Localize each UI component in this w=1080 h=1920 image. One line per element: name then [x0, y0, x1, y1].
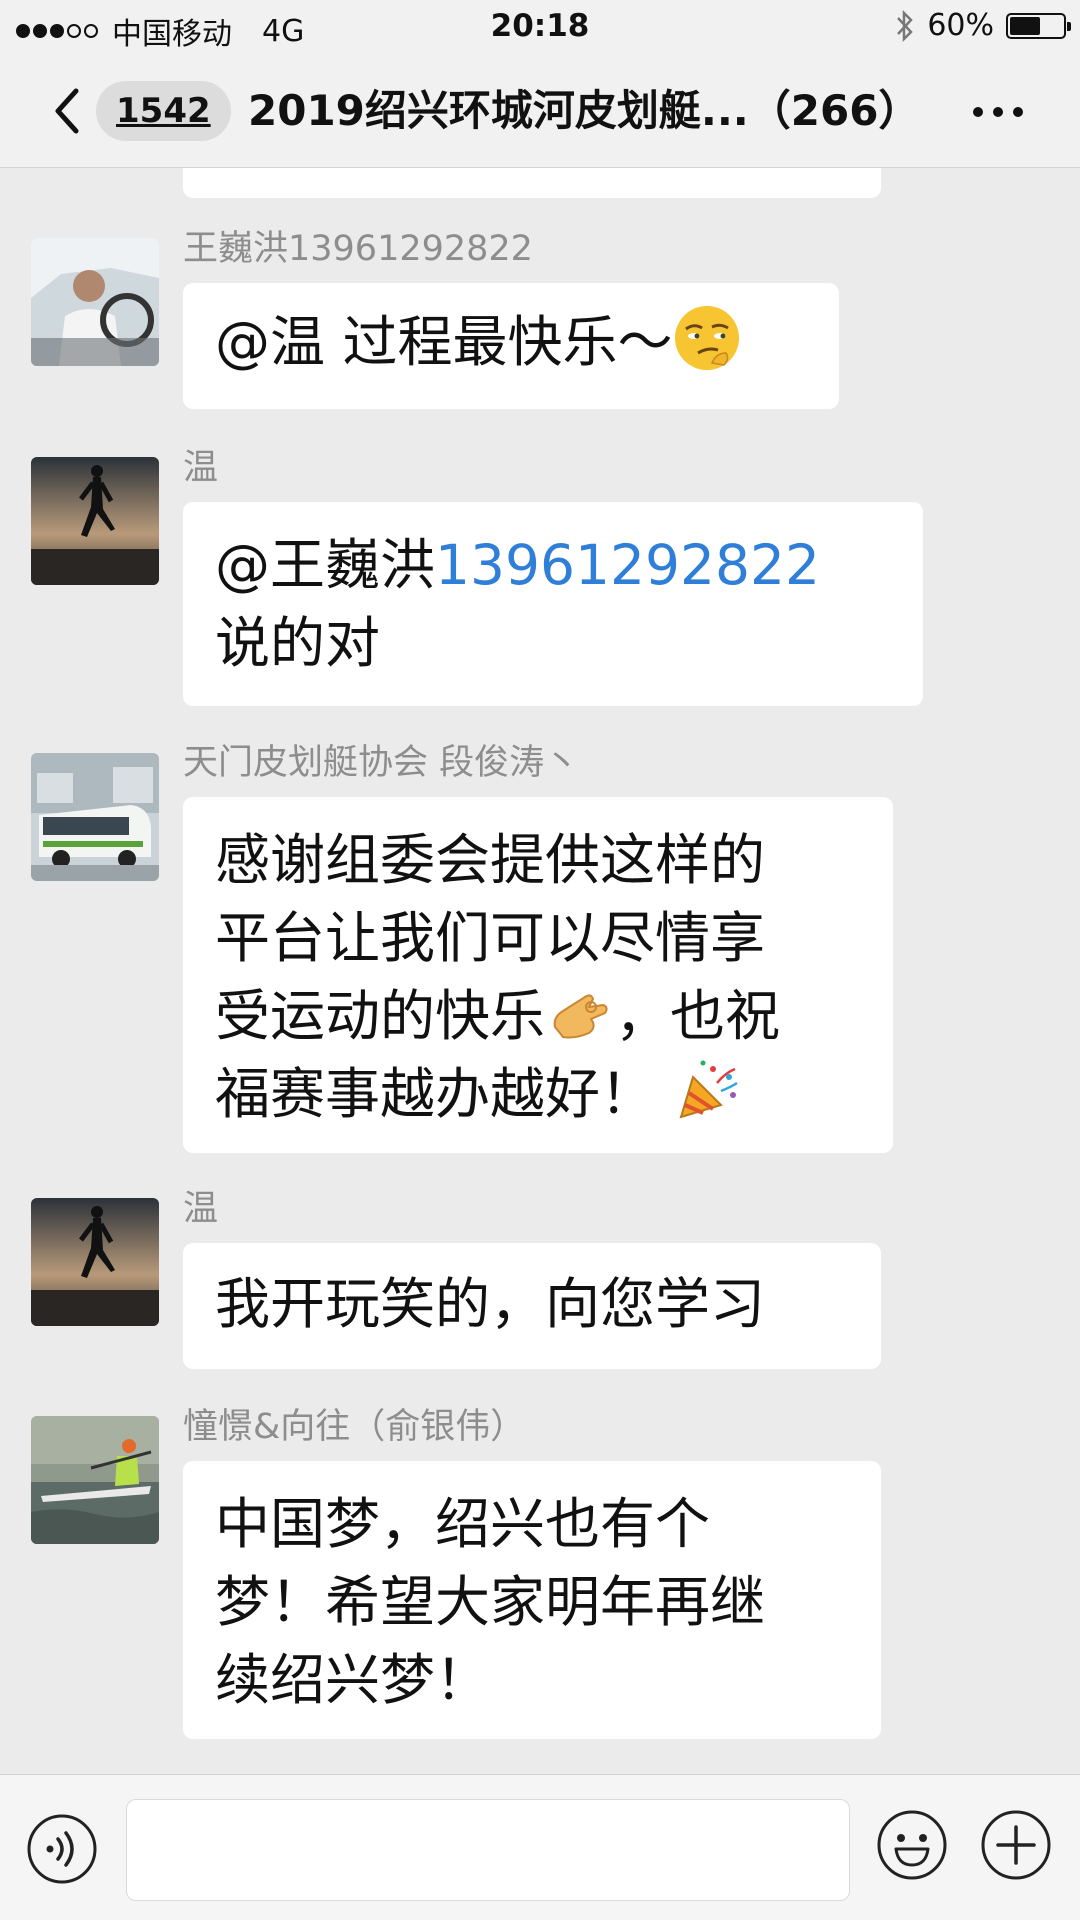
phone-number-link[interactable]: 13961292822: [435, 533, 820, 597]
message-bubble[interactable]: 中国梦，绍兴也有个 梦！希望大家明年再继 续绍兴梦！: [183, 1461, 881, 1739]
message-line: 平台让我们可以尽情享: [215, 906, 766, 970]
message-bubble[interactable]: @温 过程最快乐～: [183, 283, 839, 409]
message-bubble[interactable]: @王巍洪13961292822 说的对: [183, 502, 923, 706]
smirking-face-emoji: [675, 306, 740, 370]
status-bar: 中国移动 4G 20:18 60%: [0, 0, 1080, 54]
plus-icon[interactable]: [980, 1809, 1052, 1881]
back-chevron-icon[interactable]: [46, 83, 96, 139]
driver-avatar[interactable]: [31, 238, 159, 366]
ok-hand-emoji: [553, 994, 608, 1039]
kayaker-avatar[interactable]: [31, 1416, 159, 1544]
bluetooth-icon: [897, 9, 914, 42]
van-avatar[interactable]: [31, 753, 159, 881]
party-popper-emoji: [679, 1060, 738, 1119]
message-line: @王巍洪13961292822: [215, 526, 891, 604]
message-line: 梦！希望大家明年再继: [215, 1570, 766, 1634]
message-input[interactable]: [126, 1799, 850, 1901]
unread-count-badge[interactable]: 1542: [96, 81, 231, 141]
sender-name: 温: [183, 1189, 219, 1229]
message-line: 续绍兴梦！: [215, 1648, 491, 1712]
sender-name: 憧憬&向往（俞银伟）: [183, 1407, 526, 1447]
emoji-face-icon[interactable]: [876, 1809, 948, 1881]
mention-text[interactable]: @王巍洪: [215, 533, 435, 597]
message-text: ，也祝: [615, 984, 781, 1048]
message-line: 福赛事越办越好！: [215, 1055, 861, 1133]
sender-name: 王巍洪13961292822: [183, 229, 533, 269]
message-text: 受运动的快乐: [215, 984, 546, 1048]
message-list[interactable]: 王巍洪13961292822 @温 过程最快乐～ 温 @王巍洪139612928…: [0, 168, 1080, 1774]
message-text: 福赛事越办越好！: [215, 1062, 656, 1126]
message-text: @温 过程最快乐～: [215, 310, 673, 374]
message-line: 感谢组委会提供这样的: [215, 828, 766, 892]
message-line: 受运动的快乐 ，也祝: [215, 977, 861, 1055]
status-right: 60%: [895, 8, 1071, 43]
chat-title: 2019绍兴环城河皮划艇...（266）: [248, 86, 921, 135]
message-line: 中国梦，绍兴也有个: [215, 1492, 711, 1556]
previous-message-bubble: [183, 168, 881, 198]
sender-name: 天门皮划艇协会 段俊涛丶: [183, 743, 580, 783]
message-bubble[interactable]: 我开玩笑的，向您学习: [183, 1243, 881, 1369]
chat-input-bar: [0, 1774, 1080, 1920]
voice-icon[interactable]: [26, 1813, 98, 1885]
message-bubble[interactable]: 感谢组委会提供这样的 平台让我们可以尽情享 受运动的快乐 ，也祝 福赛事越办越好…: [183, 797, 893, 1153]
chat-header: 1542 2019绍兴环城河皮划艇...（266）: [0, 54, 1080, 168]
battery-percent: 60%: [927, 8, 994, 43]
more-options-icon[interactable]: [970, 102, 1026, 122]
runner-silhouette-avatar[interactable]: [31, 457, 159, 585]
message-line: 说的对: [215, 611, 381, 675]
sender-name: 温: [183, 448, 219, 488]
battery-fill: [1010, 16, 1040, 35]
runner-silhouette-avatar[interactable]: [31, 1198, 159, 1326]
battery-icon: [1006, 12, 1071, 39]
message-text: 我开玩笑的，向您学习: [215, 1272, 766, 1336]
